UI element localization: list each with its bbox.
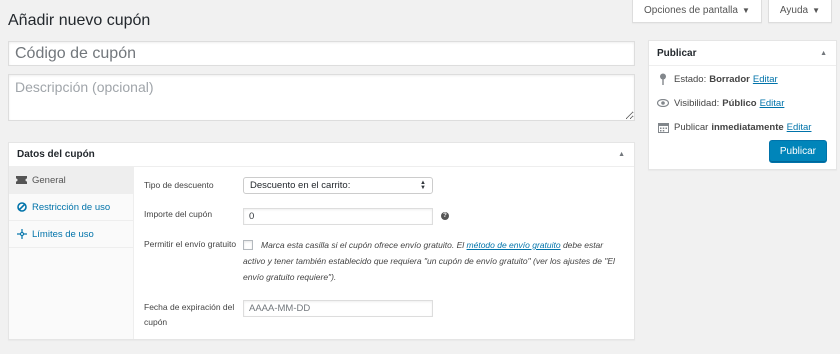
edit-visibility-link[interactable]: Editar [760, 98, 785, 109]
free-shipping-description: Marca esta casilla si el cupón ofrece en… [243, 237, 619, 285]
expiry-date-placeholder: AAAA-MM-DD [249, 303, 311, 314]
coupon-data-box: Datos del cupón ▲ General Restricción de… [8, 142, 635, 340]
calendar-icon [657, 122, 669, 133]
post-status-row: Estado: Borrador Editar [649, 67, 836, 91]
eye-icon [657, 99, 669, 107]
discount-type-label: Tipo de descuento [144, 180, 214, 190]
coupon-amount-input[interactable]: 0 [243, 208, 433, 225]
tab-usage-limits-label: Límites de uso [32, 228, 94, 240]
general-panel: Tipo de descuento Descuento en el carrit… [135, 167, 634, 339]
free-shipping-method-link[interactable]: método de envío gratuito [467, 240, 561, 250]
coupon-data-title: Datos del cupón [17, 149, 95, 160]
tab-usage-restriction[interactable]: Restricción de uso [9, 194, 133, 221]
publish-box-title: Publicar [657, 47, 697, 59]
expiry-date-label: Fecha de expiración del cupón [144, 302, 235, 327]
pin-icon [657, 73, 669, 85]
coupon-amount-value: 0 [249, 211, 255, 222]
status-value: Borrador [709, 73, 750, 85]
free-shipping-desc-before: Marca esta casilla si el cupón ofrece en… [261, 240, 467, 250]
visibility-value: Público [722, 97, 757, 109]
coupon-code-input[interactable] [8, 41, 635, 66]
status-label: Estado: [674, 73, 707, 85]
ticket-icon [16, 176, 27, 184]
screen-options-button[interactable]: Opciones de pantalla ▼ [632, 0, 762, 23]
publish-box-header[interactable]: Publicar ▲ [649, 41, 836, 66]
page-title: Añadir nuevo cupón [8, 12, 151, 29]
publish-button[interactable]: Publicar [768, 140, 827, 163]
help-button[interactable]: Ayuda ▼ [767, 0, 832, 23]
discount-type-select[interactable]: Descuento en el carrito: ▲ ▼ [243, 177, 433, 194]
expiry-date-input[interactable]: AAAA-MM-DD [243, 300, 433, 317]
limits-icon [16, 229, 27, 239]
publish-time-row: Publicar inmediatamente Editar [649, 115, 836, 139]
tab-usage-limits[interactable]: Límites de uso [9, 221, 133, 248]
coupon-amount-label: Importe del cupón [144, 209, 213, 219]
discount-type-value: Descuento en el carrito: [250, 180, 351, 191]
visibility-row: Visibilidad: Público Editar [649, 91, 836, 115]
tab-usage-restriction-label: Restricción de uso [32, 201, 111, 213]
publish-box: Publicar ▲ Estado: Borrador Editar Visib… [648, 40, 837, 170]
coupon-data-header[interactable]: Datos del cupón ▲ [9, 143, 634, 167]
edit-publish-time-link[interactable]: Editar [787, 122, 812, 133]
coupon-description-input[interactable] [8, 74, 635, 121]
coupon-data-tabs: General Restricción de uso Límites de us… [9, 167, 134, 339]
visibility-label: Visibilidad: [674, 97, 720, 109]
screen-meta-links: Opciones de pantalla ▼ Ayuda ▼ [632, 0, 832, 23]
help-label: Ayuda [779, 5, 809, 16]
collapse-arrow-icon[interactable]: ▲ [820, 50, 827, 57]
select-arrows-icon: ▲ ▼ [420, 179, 426, 191]
caret-down-icon: ▼ [812, 6, 820, 15]
edit-status-link[interactable]: Editar [753, 74, 778, 85]
free-shipping-label: Permitir el envío gratuito [144, 239, 237, 249]
help-icon[interactable]: ? [441, 212, 449, 220]
publish-time-label: Publicar [674, 121, 709, 133]
collapse-arrow-icon[interactable]: ▲ [618, 151, 625, 158]
tab-general-label: General [32, 174, 66, 186]
caret-down-icon: ▼ [741, 6, 750, 15]
publish-time-value: inmediatamente [711, 121, 784, 133]
tab-general[interactable]: General [9, 167, 133, 194]
restriction-icon [16, 202, 27, 212]
screen-options-label: Opciones de pantalla [644, 5, 738, 16]
